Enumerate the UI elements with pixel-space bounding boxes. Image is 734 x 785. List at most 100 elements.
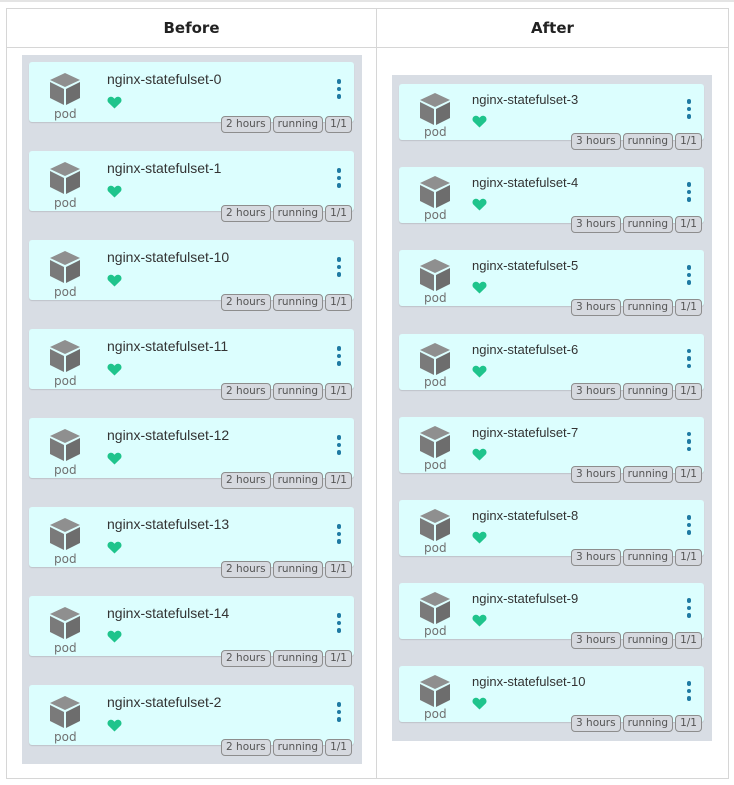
pod-card[interactable]: pod nginx-statefulset-11 2 hours running… [29,329,354,400]
pod-name[interactable]: nginx-statefulset-11 [107,338,228,354]
ready-badge: 1/1 [675,133,702,150]
status-badge: running [622,382,674,400]
heart-icon [107,719,122,732]
status-badge: running [272,561,324,578]
top-divider [0,0,734,2]
age-badge: 2 hours [221,561,271,578]
cube-icon [420,425,450,458]
pod-name[interactable]: nginx-statefulset-7 [472,425,578,440]
status-badge: running [622,632,674,650]
heart-icon [107,274,122,287]
pod-card[interactable]: pod nginx-statefulset-6 3 hours running … [399,333,704,400]
pod-card[interactable]: pod nginx-statefulset-7 3 hours running … [399,416,704,483]
cube-icon [50,429,80,461]
pod-card[interactable]: pod nginx-statefulset-8 3 hours running … [399,500,704,566]
pod-name[interactable]: nginx-statefulset-8 [472,508,578,523]
pod-name[interactable]: nginx-statefulset-1 [107,160,221,176]
ready-badge: 1/1 [675,715,702,733]
pod-badges: 2 hours running 1/1 [221,650,352,667]
kebab-menu-icon[interactable] [336,79,342,101]
kebab-menu-icon[interactable] [686,431,692,454]
pod-type-label: pod [424,208,447,223]
pod-card[interactable]: pod nginx-statefulset-1 2 hours running … [29,151,354,222]
heart-icon [107,363,122,376]
heart-icon [107,541,122,554]
status-badge: running [272,739,324,756]
kebab-menu-icon[interactable] [686,182,692,204]
age-badge: 2 hours [221,116,271,133]
age-badge: 3 hours [571,299,621,317]
pod-card[interactable]: pod nginx-statefulset-14 2 hours running… [29,596,354,667]
pod-name[interactable]: nginx-statefulset-12 [107,427,229,443]
kebab-menu-icon[interactable] [686,99,692,121]
status-badge: running [622,465,674,483]
heart-icon [107,452,122,465]
kebab-menu-icon[interactable] [336,257,342,279]
ready-badge: 1/1 [675,465,702,483]
kebab-menu-icon[interactable] [336,524,342,546]
pod-name[interactable]: nginx-statefulset-2 [107,694,221,710]
ready-badge: 1/1 [325,294,352,311]
pod-card[interactable]: pod nginx-statefulset-4 3 hours running … [399,167,704,234]
pod-type-label: pod [424,457,447,472]
after-cell: pod nginx-statefulset-3 3 hours running … [376,47,729,779]
status-badge: running [272,472,324,489]
age-badge: 2 hours [221,472,271,489]
status-badge: running [272,650,324,667]
pod-name[interactable]: nginx-statefulset-4 [472,175,578,190]
pod-card[interactable]: pod nginx-statefulset-9 3 hours running … [399,583,704,650]
kebab-menu-icon[interactable] [336,702,342,724]
status-badge: running [622,715,674,733]
age-badge: 2 hours [221,739,271,756]
kebab-menu-icon[interactable] [686,348,692,371]
kebab-menu-icon[interactable] [686,598,692,620]
pod-name[interactable]: nginx-statefulset-10 [107,249,229,265]
heart-icon [472,365,487,378]
heart-icon [472,448,487,461]
pod-name[interactable]: nginx-statefulset-6 [472,342,578,357]
pod-type-label: pod [54,463,77,477]
kebab-menu-icon[interactable] [686,265,692,287]
pod-card[interactable]: pod nginx-statefulset-12 2 hours running… [29,418,354,489]
pod-name[interactable]: nginx-statefulset-10 [472,674,585,689]
pod-name[interactable]: nginx-statefulset-5 [472,258,578,273]
pod-name[interactable]: nginx-statefulset-13 [107,516,229,532]
cube-icon [420,176,450,209]
ready-badge: 1/1 [325,739,352,756]
pod-card[interactable]: pod nginx-statefulset-10 2 hours running… [29,240,354,311]
pod-name[interactable]: nginx-statefulset-0 [107,71,221,87]
pod-card[interactable]: pod nginx-statefulset-0 2 hours running … [29,62,354,133]
age-badge: 2 hours [221,294,271,311]
kebab-menu-icon[interactable] [336,435,342,457]
pod-type-label: pod [424,374,447,389]
age-badge: 3 hours [571,549,621,566]
pod-type-label: pod [54,107,77,121]
ready-badge: 1/1 [675,549,702,566]
kebab-menu-icon[interactable] [686,515,692,537]
pod-name[interactable]: nginx-statefulset-3 [472,92,578,107]
pod-badges: 2 hours running 1/1 [221,739,352,756]
cube-icon [50,518,80,550]
cube-icon [420,259,450,292]
pod-badges: 3 hours running 1/1 [571,216,702,234]
kebab-menu-icon[interactable] [336,346,342,368]
ready-badge: 1/1 [675,632,702,650]
before-header: Before [6,8,377,48]
pod-name[interactable]: nginx-statefulset-14 [107,605,229,621]
status-badge: running [622,133,674,150]
kebab-menu-icon[interactable] [336,168,342,190]
pod-name[interactable]: nginx-statefulset-9 [472,591,578,606]
pod-card[interactable]: pod nginx-statefulset-10 3 hours running… [399,666,704,733]
ready-badge: 1/1 [325,650,352,667]
cube-icon [50,607,80,639]
pod-card[interactable]: pod nginx-statefulset-5 3 hours running … [399,250,704,317]
kebab-menu-icon[interactable] [336,613,342,635]
pod-card[interactable]: pod nginx-statefulset-2 2 hours running … [29,685,354,756]
pod-card[interactable]: pod nginx-statefulset-13 2 hours running… [29,507,354,578]
age-badge: 3 hours [571,382,621,400]
pod-badges: 3 hours running 1/1 [571,133,702,150]
pod-type-label: pod [54,196,77,210]
age-badge: 3 hours [571,632,621,650]
pod-card[interactable]: pod nginx-statefulset-3 3 hours running … [399,84,704,150]
kebab-menu-icon[interactable] [686,681,692,703]
